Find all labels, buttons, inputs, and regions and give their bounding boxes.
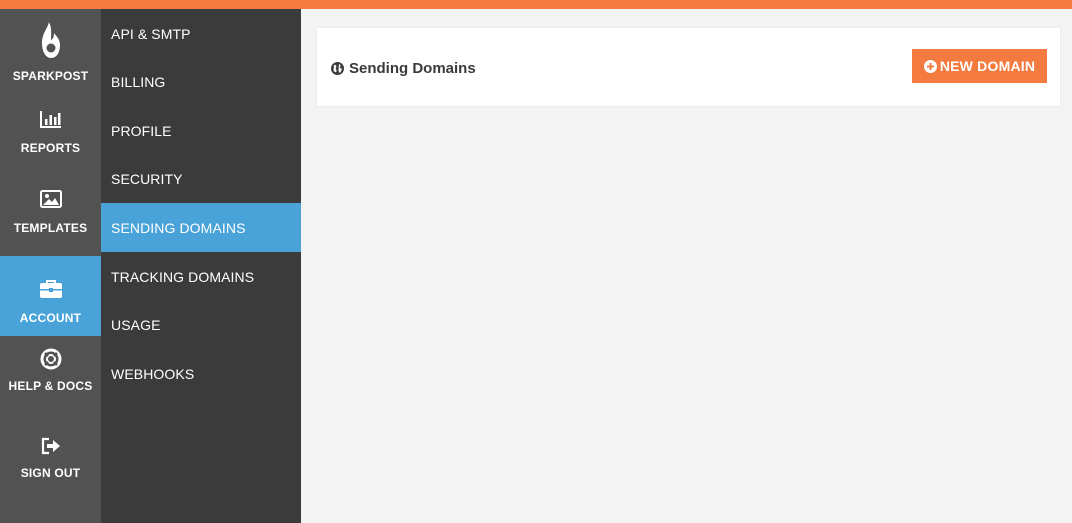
nav-account[interactable]: ACCOUNT bbox=[0, 256, 101, 336]
briefcase-icon bbox=[36, 277, 66, 301]
page-title: Sending Domains bbox=[331, 60, 476, 77]
nav-templates[interactable]: TEMPLATES bbox=[0, 187, 101, 267]
account-subnav: API & SMTP BILLING PROFILE SECURITY SEND… bbox=[101, 9, 301, 523]
new-domain-button[interactable]: NEW DOMAIN bbox=[912, 49, 1047, 83]
nav-help-docs[interactable]: HELP & DOCS bbox=[0, 347, 101, 427]
plus-circle-icon bbox=[923, 59, 937, 73]
nav-reports-label: REPORTS bbox=[20, 141, 81, 155]
new-domain-button-label: NEW DOMAIN bbox=[939, 58, 1036, 74]
top-accent-bar bbox=[0, 0, 1072, 9]
page-title-text: Sending Domains bbox=[349, 60, 476, 77]
subnav-item-billing[interactable]: BILLING bbox=[101, 57, 301, 106]
sign-out-icon bbox=[36, 434, 66, 458]
nav-account-label: ACCOUNT bbox=[19, 311, 82, 325]
sending-domains-panel: Sending Domains NEW DOMAIN bbox=[316, 27, 1061, 107]
flame-logo-icon bbox=[37, 20, 65, 60]
sparkpost-logo[interactable]: SPARKPOST bbox=[0, 9, 101, 87]
globe-icon bbox=[331, 62, 344, 75]
nav-reports[interactable]: REPORTS bbox=[0, 107, 101, 187]
subnav-item-profile[interactable]: PROFILE bbox=[101, 106, 301, 155]
subnav-item-webhooks[interactable]: WEBHOOKS bbox=[101, 349, 301, 398]
nav-help-docs-label: HELP & DOCS bbox=[8, 379, 93, 393]
bar-chart-icon bbox=[36, 107, 66, 131]
subnav-item-usage[interactable]: USAGE bbox=[101, 300, 301, 349]
subnav-item-security[interactable]: SECURITY bbox=[101, 154, 301, 203]
life-ring-icon bbox=[36, 347, 66, 371]
subnav-item-sending-domains[interactable]: SENDING DOMAINS bbox=[101, 203, 301, 252]
image-icon bbox=[36, 187, 66, 211]
primary-nav: SPARKPOST REPORTS TEMPLATES ACCOUNT HELP… bbox=[0, 9, 101, 523]
nav-sign-out[interactable]: SIGN OUT bbox=[0, 434, 101, 514]
nav-sign-out-label: SIGN OUT bbox=[20, 466, 81, 480]
subnav-item-tracking-domains[interactable]: TRACKING DOMAINS bbox=[101, 252, 301, 301]
nav-templates-label: TEMPLATES bbox=[13, 221, 88, 235]
subnav-item-api-smtp[interactable]: API & SMTP bbox=[101, 9, 301, 58]
brand-label: SPARKPOST bbox=[12, 69, 89, 83]
